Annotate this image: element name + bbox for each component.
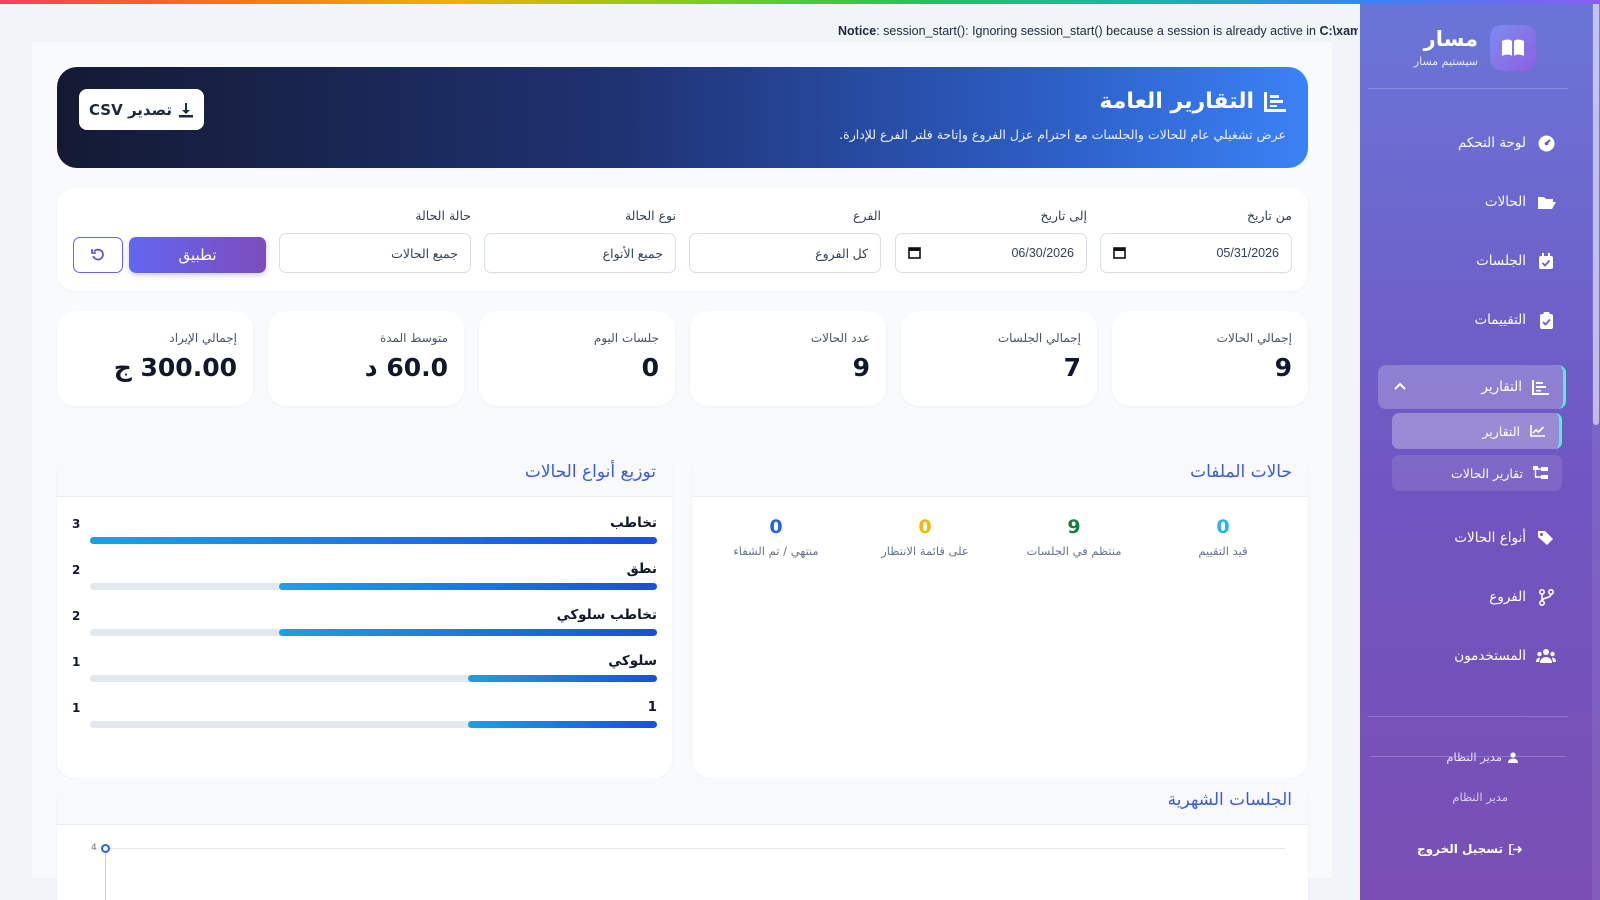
stat-card-total-sessions: إجمالي الجلسات 7: [901, 311, 1097, 406]
sidebar-item-users[interactable]: المستخدمون: [1356, 637, 1556, 675]
stat-card-total-revenue: إجمالي الإيراد 300.00 ج: [57, 311, 253, 406]
case-types-distribution-panel: توزيع أنواع الحالات تخاطب 3 نطق 2 تخاطب …: [57, 450, 672, 778]
from-date-label: من تاريخ: [1246, 208, 1292, 223]
file-status-under-assessment: 0 قيد التقييم: [1198, 516, 1248, 558]
php-notice: Notice: session_start(): Ignoring sessio…: [838, 24, 1358, 42]
case-status-select[interactable]: جميع الحالات: [279, 233, 471, 273]
file-statuses-panel: حالات الملفات 0 قيد التقييم 9 منتظم في ا…: [692, 450, 1308, 778]
sidebar-item-assessments[interactable]: التقييمات: [1356, 301, 1556, 339]
case-type-select[interactable]: جميع الأنواع: [484, 233, 676, 273]
sidebar-subitem-case-reports[interactable]: تقارير الحالات: [1392, 455, 1562, 491]
file-status-completed: 0 منتهي / تم الشفاء: [733, 516, 819, 558]
file-status-in-sessions: 9 منتظم في الجلسات: [1026, 516, 1122, 558]
chart-gridline: [105, 848, 1285, 849]
page-header-banner: التقارير العامة عرض تشغيلي عام للحالات و…: [57, 67, 1308, 168]
report-icon: [1264, 91, 1286, 112]
sidebar-scrollbar[interactable]: [1593, 0, 1599, 425]
file-status-waiting-list: 0 على قائمة الانتظار: [881, 516, 969, 558]
undo-icon: [91, 246, 105, 265]
distribution-bar: [90, 537, 657, 544]
case-type-label: نوع الحالة: [624, 208, 676, 223]
branch-label: الفرع: [853, 208, 881, 223]
export-csv-button[interactable]: تصدير CSV: [79, 89, 204, 130]
book-open-icon: [1490, 25, 1536, 71]
folder-open-icon: [1536, 192, 1556, 212]
sidebar-item-sessions[interactable]: الجلسات: [1356, 242, 1556, 280]
top-gradient-bar: [0, 0, 1600, 4]
distribution-bar: [468, 721, 657, 728]
logout-button[interactable]: تسجيل الخروج: [1417, 842, 1522, 856]
sidebar-subitem-reports[interactable]: التقارير: [1392, 413, 1562, 449]
current-user-name: مدير النظام: [1452, 790, 1508, 804]
monthly-sessions-panel: الجلسات الشهرية 4: [57, 778, 1308, 900]
filters-card: من تاريخ 05/31/2026 إلى تاريخ 06/30/2026…: [57, 188, 1308, 291]
sidebar-item-case-types[interactable]: أنواع الحالات: [1356, 519, 1556, 557]
stat-card-average-duration: متوسط المدة 60.0 د: [268, 311, 464, 406]
code-branch-icon: [1536, 587, 1556, 607]
user-icon: [1508, 751, 1518, 763]
sidebar-item-cases[interactable]: الحالات: [1356, 183, 1556, 221]
users-icon: [1536, 646, 1556, 666]
chart-y-axis: [105, 853, 106, 900]
tags-icon: [1536, 528, 1556, 548]
calendar-icon[interactable]: [908, 246, 921, 262]
sidebar-item-reports-group[interactable]: التقارير: [1378, 365, 1566, 409]
distribution-bar: [279, 629, 657, 636]
calendar-check-icon: [1536, 251, 1556, 271]
calendar-icon[interactable]: [1113, 246, 1126, 262]
sidebar: مسار سيستيم مسار لوحة التحكم الحالات الج…: [1360, 0, 1600, 900]
monthly-sessions-title: الجلسات الشهرية: [1167, 790, 1292, 810]
download-icon: [178, 102, 194, 118]
to-date-input[interactable]: 06/30/2026: [895, 233, 1087, 273]
page-subtitle: عرض تشغيلي عام للحالات والجلسات مع احترا…: [839, 127, 1286, 142]
clipboard-check-icon: [1536, 310, 1556, 330]
sidebar-item-dashboard[interactable]: لوحة التحكم: [1356, 124, 1556, 162]
case-status-label: حالة الحالة: [415, 208, 471, 223]
stat-card-today-sessions: جلسات اليوم 0: [479, 311, 675, 406]
page-title: التقارير العامة: [1099, 89, 1286, 114]
dashboard-icon: [1536, 133, 1556, 153]
sidebar-item-branches[interactable]: الفروع: [1356, 578, 1556, 616]
branch-select[interactable]: كل الفروع: [689, 233, 881, 273]
sign-out-icon: [1509, 843, 1522, 855]
chart-line-icon: [1530, 425, 1545, 437]
brand: مسار سيستيم مسار: [1336, 25, 1536, 73]
notice-label: Notice: [838, 24, 877, 38]
apply-filters-button[interactable]: تطبيق: [129, 237, 266, 273]
stat-card-cases-count: عدد الحالات 9: [690, 311, 886, 406]
folder-tree-icon: [1533, 466, 1548, 480]
chart-y-tick: 4: [91, 843, 97, 853]
from-date-input[interactable]: 05/31/2026: [1100, 233, 1292, 273]
chart-data-point: [101, 844, 110, 853]
stat-card-total-cases: إجمالي الحالات 9: [1112, 311, 1308, 406]
notice-message: : session_start(): Ignoring session_star…: [876, 24, 1320, 38]
distribution-bar: [468, 675, 657, 682]
case-types-distribution-title: توزيع أنواع الحالات: [524, 462, 656, 482]
brand-subtitle: سيستيم مسار: [1413, 55, 1478, 68]
file-statuses-title: حالات الملفات: [1190, 462, 1292, 482]
report-icon: [1532, 379, 1549, 395]
brand-name: مسار: [1423, 27, 1478, 51]
reset-filters-button[interactable]: [73, 237, 123, 273]
current-user-role: مدير النظام: [1446, 750, 1518, 764]
chevron-up-icon[interactable]: [1394, 378, 1406, 394]
to-date-label: إلى تاريخ: [1040, 208, 1087, 223]
distribution-bar: [279, 583, 657, 590]
